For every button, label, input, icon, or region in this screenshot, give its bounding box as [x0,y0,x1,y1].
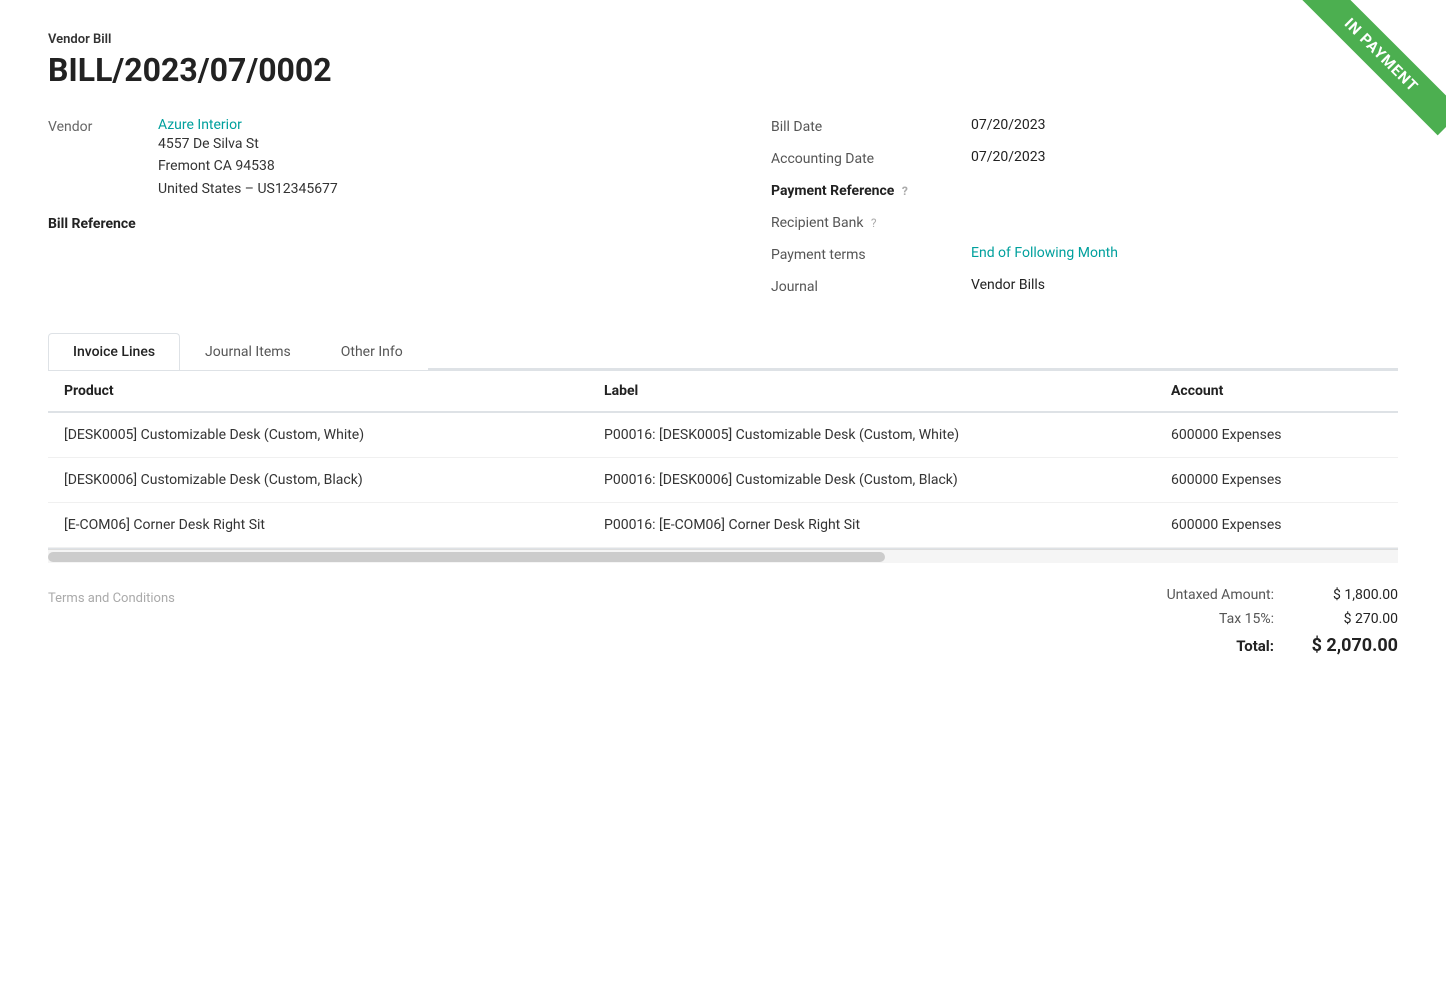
tab-journal-items[interactable]: Journal Items [180,333,316,370]
table-cell-product: [E-COM06] Corner Desk Right Sit [48,503,588,548]
table-cell-account: 600000 Expenses [1155,458,1398,503]
payment-reference-help-icon[interactable]: ? [902,184,908,198]
payment-reference-label: Payment Reference ? [771,181,971,199]
total-value: $ 2,070.00 [1298,635,1398,656]
table-cell-account: 600000 Expenses [1155,412,1398,458]
table-cell-label: P00016: [DESK0006] Customizable Desk (Cu… [588,458,1155,503]
tax-label: Tax 15%: [1114,611,1274,627]
tabs: Invoice Lines Journal Items Other Info [48,333,1398,370]
tab-invoice-lines[interactable]: Invoice Lines [48,333,180,370]
vendor-address-line2: Fremont CA 94538 [158,155,675,177]
vendor-field-label: Vendor [48,117,158,200]
bill-date-value: 07/20/2023 [971,117,1398,133]
recipient-bank-row: Recipient Bank ? [771,213,1398,231]
recipient-bank-label: Recipient Bank ? [771,213,971,231]
table-row[interactable]: [E-COM06] Corner Desk Right Sit P00016: … [48,503,1398,548]
col-header-account: Account [1155,371,1398,412]
terms-and-conditions-label: Terms and Conditions [48,587,175,606]
bill-reference-label: Bill Reference [48,216,675,232]
table-cell-account: 600000 Expenses [1155,503,1398,548]
untaxed-amount-row: Untaxed Amount: $ 1,800.00 [1078,587,1398,603]
col-header-product: Product [48,371,588,412]
accounting-date-label: Accounting Date [771,149,971,167]
payment-terms-row: Payment terms End of Following Month [771,245,1398,263]
payment-terms-label: Payment terms [771,245,971,263]
payment-terms-value[interactable]: End of Following Month [971,245,1398,261]
meta-left: Vendor Azure Interior 4557 De Silva St F… [48,117,723,309]
table-cell-product: [DESK0005] Customizable Desk (Custom, Wh… [48,412,588,458]
table-cell-label: P00016: [E-COM06] Corner Desk Right Sit [588,503,1155,548]
vendor-row: Vendor Azure Interior 4557 De Silva St F… [48,117,675,200]
vendor-address-line3: United States – US12345677 [158,178,675,200]
untaxed-amount-label: Untaxed Amount: [1114,587,1274,603]
accounting-date-row: Accounting Date 07/20/2023 [771,149,1398,167]
bill-date-row: Bill Date 07/20/2023 [771,117,1398,135]
accounting-date-value: 07/20/2023 [971,149,1398,165]
bill-number: BILL/2023/07/0002 [48,51,1398,89]
journal-row: Journal Vendor Bills [771,277,1398,295]
bill-date-label: Bill Date [771,117,971,135]
journal-value: Vendor Bills [971,277,1398,293]
page: IN PAYMENT Vendor Bill BILL/2023/07/0002… [0,0,1446,999]
journal-label: Journal [771,277,971,295]
tab-other-info[interactable]: Other Info [316,333,428,370]
invoice-table-container: Product Label Account [DESK0005] Customi… [48,370,1398,549]
scrollbar-thumb[interactable] [48,552,885,562]
meta-section: Vendor Azure Interior 4557 De Silva St F… [48,117,1398,309]
footer-section: Terms and Conditions Untaxed Amount: $ 1… [48,563,1398,664]
meta-right: Bill Date 07/20/2023 Accounting Date 07/… [723,117,1398,309]
table-row[interactable]: [DESK0006] Customizable Desk (Custom, Bl… [48,458,1398,503]
invoice-table: Product Label Account [DESK0005] Customi… [48,371,1398,548]
tax-row: Tax 15%: $ 270.00 [1078,611,1398,627]
total-label: Total: [1114,637,1274,655]
table-row[interactable]: [DESK0005] Customizable Desk (Custom, Wh… [48,412,1398,458]
vendor-details: Azure Interior 4557 De Silva St Fremont … [158,117,675,200]
vendor-address-line1: 4557 De Silva St [158,133,675,155]
recipient-bank-help-icon[interactable]: ? [871,216,877,230]
payment-reference-row: Payment Reference ? [771,181,1398,199]
table-header-row: Product Label Account [48,371,1398,412]
totals-section: Untaxed Amount: $ 1,800.00 Tax 15%: $ 27… [1078,587,1398,664]
horizontal-scrollbar[interactable] [48,549,1398,563]
vendor-bill-label: Vendor Bill [48,32,1398,47]
col-header-label: Label [588,371,1155,412]
table-cell-product: [DESK0006] Customizable Desk (Custom, Bl… [48,458,588,503]
grand-total-row: Total: $ 2,070.00 [1078,635,1398,656]
vendor-name[interactable]: Azure Interior [158,117,675,133]
table-cell-label: P00016: [DESK0005] Customizable Desk (Cu… [588,412,1155,458]
untaxed-amount-value: $ 1,800.00 [1298,587,1398,603]
tax-value: $ 270.00 [1298,611,1398,627]
